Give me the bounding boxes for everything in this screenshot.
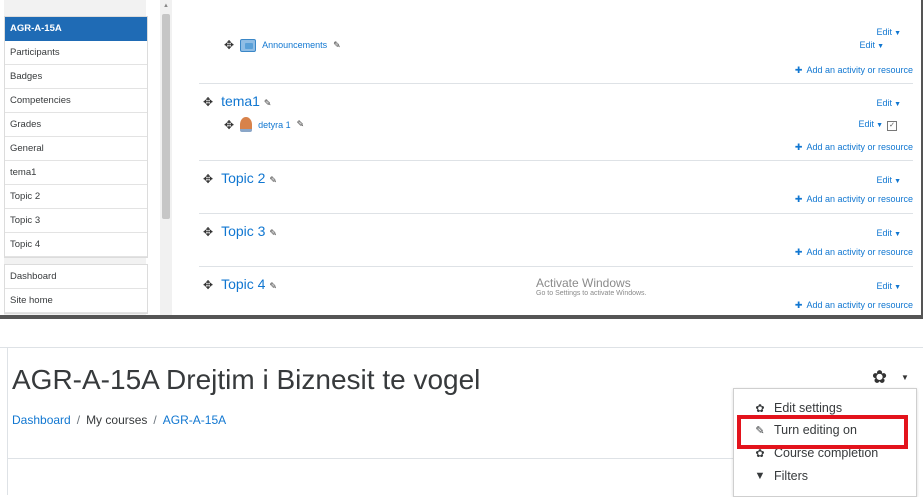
activity-edit-menu[interactable]: Edit ▼ [860,40,884,50]
add-activity-link[interactable]: ✚ Add an activity or resource [795,247,913,258]
drawer-item-general[interactable]: General [5,137,147,161]
section-topic2: ✥ Topic 2 ✎ Edit ▼ ✚ Add an activity or res… [199,161,913,214]
drawer-item-topic3[interactable]: Topic 3 [5,209,147,233]
breadcrumb: Dashboard / My courses / AGR-A-15A [12,413,226,427]
add-activity-link[interactable]: ✚ Add an activity or resource [795,194,913,205]
pencil-icon[interactable]: ✎ [297,119,305,130]
course-editing-panel: AGR-A-15A Participants Badges Competenci… [0,0,923,319]
drawer-item-competencies[interactable]: Competencies [5,89,147,113]
drawer-item-topic2[interactable]: Topic 2 [5,185,147,209]
activity-announcements[interactable]: ✥ Announcements ✎ [224,38,341,52]
add-activity-link[interactable]: ✚ Add an activity or resource [795,142,913,153]
section-general: Edit ▼ ✥ Announcements ✎ Edit ▼ ✚ Add an ac… [199,0,913,84]
pencil-icon[interactable]: ✎ [269,228,277,238]
move-icon[interactable]: ✥ [203,278,213,292]
pencil-icon[interactable]: ✎ [269,175,277,185]
section-edit-menu[interactable]: Edit ▼ [877,27,901,37]
chevron-down-icon[interactable]: ▼ [901,373,909,382]
filter-icon: ▼ [754,470,766,482]
move-icon[interactable]: ✥ [203,225,213,239]
add-activity-link[interactable]: ✚ Add an activity or resource [795,65,913,76]
course-content: Edit ▼ ✥ Announcements ✎ Edit ▼ ✚ Add an ac… [187,0,921,315]
drawer-item-badges[interactable]: Badges [5,65,147,89]
drawer-item-topic4[interactable]: Topic 4 [5,233,147,257]
divider [0,347,923,348]
section-edit-menu[interactable]: Edit ▼ [877,175,901,185]
menu-item-label: Edit settings [774,401,843,415]
drawer-item-site-home[interactable]: Site home [5,289,147,313]
nav-drawer: AGR-A-15A Participants Badges Competenci… [4,0,148,315]
section-edit-menu[interactable]: Edit ▼ [877,228,901,238]
drawer-item-course[interactable]: AGR-A-15A [5,17,147,41]
pencil-icon[interactable]: ✎ [269,281,277,291]
pencil-icon[interactable]: ✎ [333,40,341,51]
activate-windows-watermark: Activate Windows Go to Settings to activ… [536,276,647,297]
section-title[interactable]: ✥ Topic 2 ✎ [203,170,277,186]
plus-icon: ✚ [794,247,803,257]
assignment-icon [240,117,253,132]
divider [7,347,8,495]
activity-detyra1[interactable]: ✥ detyra 1 ✎ [224,117,304,132]
drawer-item-dashboard[interactable]: Dashboard [5,265,147,289]
drawer-item-participants[interactable]: Participants [5,41,147,65]
add-activity-link[interactable]: ✚ Add an activity or resource [795,300,913,311]
breadcrumb-separator: / [76,413,81,427]
plus-icon: ✚ [794,65,803,75]
course-header-panel: AGR-A-15A Drejtim i Biznesit te vogel Da… [0,320,923,497]
breadcrumb-my-courses[interactable]: My courses [86,413,147,427]
section-title[interactable]: ✥ Topic 3 ✎ [203,223,277,239]
pencil-icon[interactable]: ✎ [264,98,272,108]
move-icon[interactable]: ✥ [224,118,234,132]
gear-icon: ✿ [755,402,765,415]
menu-item-label: Filters [774,469,809,483]
plus-icon: ✚ [794,300,803,310]
activity-name[interactable]: detyra 1 [258,120,291,130]
breadcrumb-course[interactable]: AGR-A-15A [163,413,226,427]
course-nav-list: AGR-A-15A Participants Badges Competenci… [4,16,148,258]
drawer-scrollbar-thumb[interactable] [162,14,170,219]
breadcrumb-separator: / [153,413,157,427]
section-tema1: ✥ tema1 ✎ Edit ▼ ✥ detyra 1 ✎ Edit ▼ ✓ ✚ Add … [199,84,913,161]
watermark-subtitle: Go to Settings to activate Windows. [536,290,647,297]
section-edit-menu[interactable]: Edit ▼ [877,281,901,291]
section-edit-menu[interactable]: Edit ▼ [877,98,901,108]
move-icon[interactable]: ✥ [203,172,213,186]
drawer-item-grades[interactable]: Grades [5,113,147,137]
menu-item-filters[interactable]: ▼ Filters [754,469,808,483]
menu-item-edit-settings[interactable]: ✿ Edit settings [754,401,842,415]
completion-checkbox-icon[interactable]: ✓ [887,121,897,131]
section-title[interactable]: ✥ Topic 4 ✎ [203,276,277,292]
plus-icon: ✚ [794,194,803,204]
highlight-box [737,415,908,449]
forum-icon [240,38,257,52]
scroll-up-arrow-icon[interactable]: ▲ [163,3,169,9]
site-nav-list: Dashboard Site home [4,264,148,314]
gear-icon[interactable]: ✿ [872,367,887,388]
activity-name[interactable]: Announcements [262,40,327,50]
section-topic3: ✥ Topic 3 ✎ Edit ▼ ✚ Add an activity or res… [199,214,913,267]
plus-icon: ✚ [794,142,803,152]
drawer-item-tema1[interactable]: tema1 [5,161,147,185]
page-title: AGR-A-15A Drejtim i Biznesit te vogel [12,364,481,395]
section-title[interactable]: ✥ tema1 ✎ [203,93,271,109]
breadcrumb-dashboard[interactable]: Dashboard [12,413,71,427]
move-icon[interactable]: ✥ [203,95,213,109]
move-icon[interactable]: ✥ [224,38,234,52]
activity-edit-menu[interactable]: Edit ▼ ✓ [859,119,897,131]
watermark-title: Activate Windows [536,276,631,290]
